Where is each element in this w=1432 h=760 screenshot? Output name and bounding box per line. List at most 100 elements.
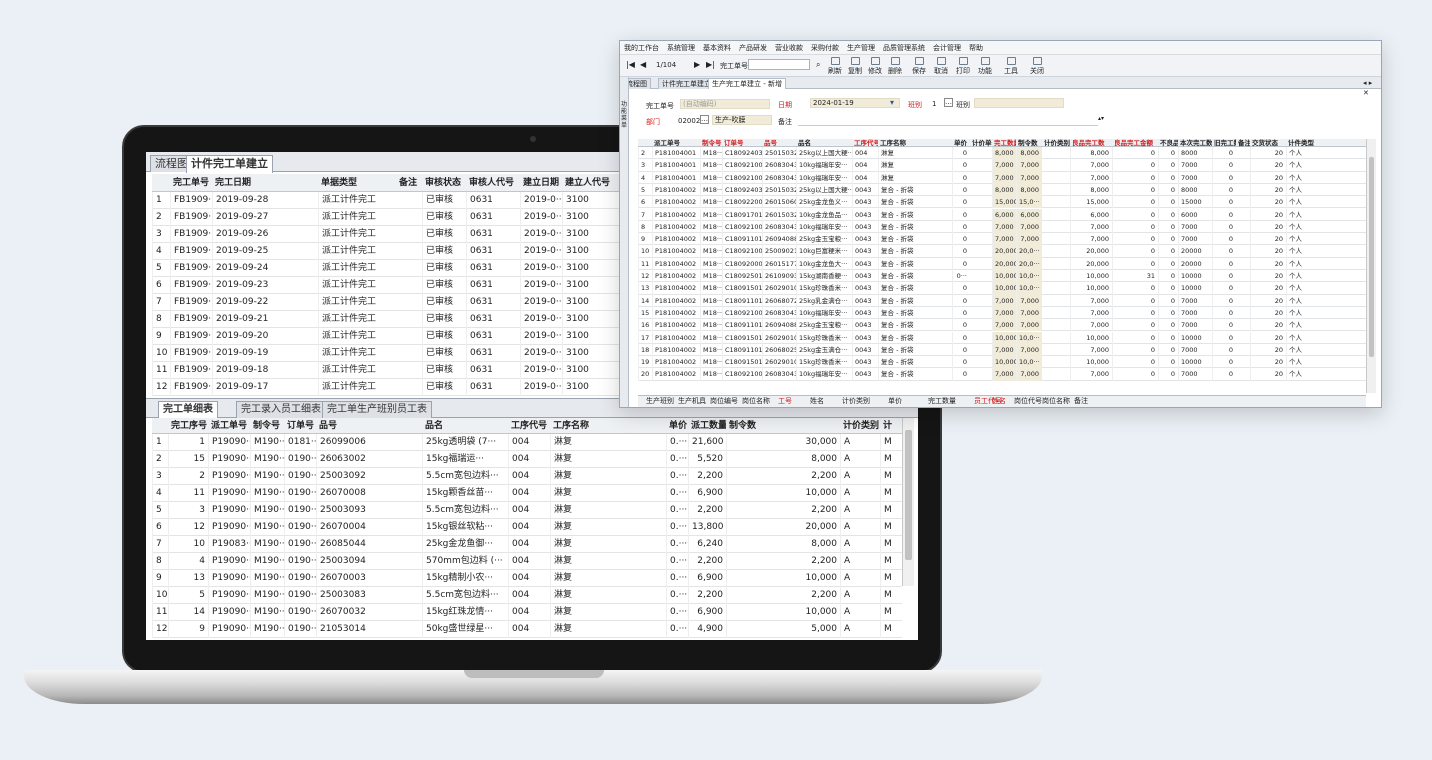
search-input[interactable]	[748, 59, 810, 70]
print-button[interactable]: 打印	[956, 57, 970, 76]
window-grid-row[interactable]: 15P181004002M18···C1809210052608304310kg…	[638, 306, 1366, 320]
window-grid-col-header[interactable]: 交货状态	[1250, 139, 1286, 147]
footer-col-header[interactable]: 生产班别	[646, 396, 674, 407]
next-record-icon[interactable]: ▶	[694, 60, 700, 69]
window-grid-col-header[interactable]: 计件类型	[1286, 139, 1314, 147]
menu-item[interactable]: 营业收款	[771, 41, 807, 55]
window-grid-col-header[interactable]: 品名	[796, 139, 852, 147]
bottom-grid-row[interactable]: 11P19090···M190···0181···2609900625kg透明袋…	[152, 434, 902, 451]
tab-shift-employee[interactable]: 完工单生产班别员工表	[322, 401, 432, 418]
window-grid-row[interactable]: 3P181004001M18···C1809210062608304310kg福…	[638, 159, 1366, 172]
footer-col-header[interactable]: 工号	[778, 396, 792, 407]
bottom-grid-col-header[interactable]: 派工单号	[208, 418, 250, 434]
bottom-grid-row[interactable]: 84P19090···M190···0190···25003094570mm包边…	[152, 553, 902, 570]
top-grid-col-header[interactable]: 完工单号	[170, 174, 212, 192]
shift-picker-icon[interactable]: …	[944, 98, 953, 107]
window-grid-row[interactable]: 9P181004002M18···C1809110132609408825kg金…	[638, 233, 1366, 246]
window-grid-col-header[interactable]: 派工单号	[652, 139, 700, 147]
window-grid-col-header[interactable]: 单价	[952, 139, 970, 147]
footer-col-header[interactable]: 完工数量	[928, 396, 956, 407]
bottom-grid-row[interactable]: 53P19090···M190···0190···250030935.5cm宽包…	[152, 502, 902, 519]
window-grid-row[interactable]: 7P181004002M18···C1809170182601503210kg金…	[638, 208, 1366, 221]
window-grid-row[interactable]: 19P181004002M18···C1809150122602901015kg…	[638, 356, 1366, 369]
window-grid-col-header[interactable]: 本次完工数	[1178, 139, 1212, 147]
top-grid-col-header[interactable]: 审核状态	[422, 174, 466, 192]
prev-record-icon[interactable]: ◀	[640, 60, 646, 69]
bottom-grid-row[interactable]: 105P19090···M190···0190···250030835.5cm宽…	[152, 587, 902, 604]
window-grid-row[interactable]: 8P181004002M18···C1809210052608304310kg福…	[638, 220, 1366, 234]
footer-col-header[interactable]: 岗位代号	[1014, 396, 1042, 407]
save-button[interactable]: 保存	[912, 57, 926, 76]
window-grid-col-header[interactable]: 工序名称	[878, 139, 952, 147]
tab-employee-detail[interactable]: 完工录入员工细表	[236, 401, 326, 418]
window-grid-col-header[interactable]: 良品完工金额	[1112, 139, 1158, 147]
tab-nav-icon[interactable]: ◂ ▸ ✕	[1360, 78, 1381, 97]
bottom-grid-row[interactable]: 129P19090···M190···0190···2105301450kg盛世…	[152, 621, 902, 638]
top-grid-col-header[interactable]: 备注	[396, 174, 422, 192]
last-record-icon[interactable]: ▶|	[706, 60, 715, 69]
bottom-grid-row[interactable]: 1114P19090···M190···0190···2607003215kg红…	[152, 604, 902, 621]
window-grid-col-header[interactable]: 计价类别	[1042, 139, 1070, 147]
window-scrollbar[interactable]	[1366, 139, 1376, 393]
window-grid-row[interactable]: 2P181004001M18···C1809240302501503225kg以…	[638, 147, 1366, 160]
bottom-grid-col-header[interactable]: 计价类别	[840, 418, 880, 434]
window-grid-row[interactable]: 5P181004002M18···C1809240302501503225kg以…	[638, 183, 1366, 197]
bottom-grid-col-header[interactable]: 品号	[316, 418, 422, 434]
bottom-grid-row[interactable]: 32P19090···M190···0190···250030925.5cm宽包…	[152, 468, 902, 485]
footer-col-header[interactable]: 姓名	[810, 396, 824, 407]
top-grid-col-header[interactable]: 完工日期	[212, 174, 318, 192]
bottom-grid-col-header[interactable]: 品名	[422, 418, 508, 434]
window-grid-row[interactable]: 14P181004002M18···C1809110102606807225kg…	[638, 294, 1366, 307]
bottom-grid-row[interactable]: 710P19083···M190···0190···2608504425kg金龙…	[152, 536, 902, 553]
window-grid-col-header[interactable]: 订单号	[722, 139, 762, 147]
bottom-grid-col-header[interactable]: 工序名称	[550, 418, 666, 434]
menu-item[interactable]: 产品研发	[735, 41, 771, 55]
tab-piece-completion[interactable]: 计件完工单建立	[186, 155, 273, 173]
detail-scrollbar[interactable]	[902, 418, 914, 586]
window-grid-col-header[interactable]: 完工数量	[992, 139, 1016, 147]
bottom-grid-col-header[interactable]: 单价	[666, 418, 688, 434]
no-field[interactable]: (自动编码)	[680, 99, 770, 109]
window-scroll-thumb[interactable]	[1369, 157, 1374, 357]
note-scroll-icon[interactable]: ▴▾	[1098, 115, 1104, 122]
window-grid-col-header[interactable]: 工序代号	[852, 139, 878, 147]
bottom-grid-col-header[interactable]: 制令号	[250, 418, 284, 434]
window-grid-row[interactable]: 11P181004002M18···C1809200052601517710kg…	[638, 257, 1366, 270]
date-field[interactable]: 2024-01-19	[810, 98, 900, 108]
window-grid-col-header[interactable]: 备注	[1236, 139, 1250, 147]
menu-item[interactable]: 采购付款	[807, 41, 843, 55]
edit-button[interactable]: 修改	[868, 57, 882, 76]
bottom-grid-row[interactable]: 215P19090···M190···0190···2606300215kg福瑞…	[152, 451, 902, 468]
window-grid-row[interactable]: 12P181004002M18···C1809250102610909315kg…	[638, 270, 1366, 283]
window-grid-row[interactable]: 10P181004002M18···C1809210042500902110kg…	[638, 245, 1366, 258]
kind-field[interactable]	[974, 98, 1064, 108]
bottom-grid-col-header[interactable]: 派工数量	[688, 418, 726, 434]
top-grid-col-header[interactable]: 单据类型	[318, 174, 396, 192]
detail-scroll-thumb[interactable]	[905, 430, 912, 560]
top-grid-col-header[interactable]: 建立人代号	[562, 174, 612, 192]
bottom-grid-col-header[interactable]: 工序代号	[508, 418, 550, 434]
close-button[interactable]: 关闭	[1030, 57, 1044, 76]
window-grid-col-header[interactable]: 不良品	[1158, 139, 1178, 147]
footer-col-header[interactable]: 生产机具	[678, 396, 706, 407]
note-field[interactable]	[798, 115, 1098, 126]
footer-col-header[interactable]: 岗位编号	[710, 396, 738, 407]
bottom-grid-row[interactable]: 411P19090···M190···0190···2607000815kg颗香…	[152, 485, 902, 502]
window-grid-col-header[interactable]: 良品完工数	[1070, 139, 1112, 147]
copy-button[interactable]: 复制	[848, 57, 862, 76]
date-dropdown-icon[interactable]: ▾	[890, 98, 894, 107]
menu-item[interactable]: 系统管理	[663, 41, 699, 55]
window-grid-col-header[interactable]: 品号	[762, 139, 796, 147]
footer-col-header[interactable]: 岗位名称	[1042, 396, 1070, 407]
dept-picker-icon[interactable]: …	[700, 115, 709, 124]
window-grid-row[interactable]: 17P181004002M18···C1809150122602901015kg…	[638, 331, 1366, 344]
footer-col-header[interactable]: 岗位名称	[742, 396, 770, 407]
bottom-grid-col-header[interactable]: 订单号	[284, 418, 316, 434]
footer-col-header[interactable]: 姓名	[992, 396, 1006, 407]
bottom-grid-col-header[interactable]: 完工序号	[168, 418, 208, 434]
window-grid-row[interactable]: 18P181004002M18···C1809110102606802525kg…	[638, 343, 1366, 357]
dept-name[interactable]: 生产-吹膜	[712, 115, 772, 125]
win-tab-production-new[interactable]: 生产完工单建立 - 新增	[708, 78, 786, 89]
window-grid-row[interactable]: 4P181004001M18···C1809210062608304310kg福…	[638, 171, 1366, 184]
window-grid-row[interactable]: 20P181004002M18···C1809210062608304310kg…	[638, 368, 1366, 381]
